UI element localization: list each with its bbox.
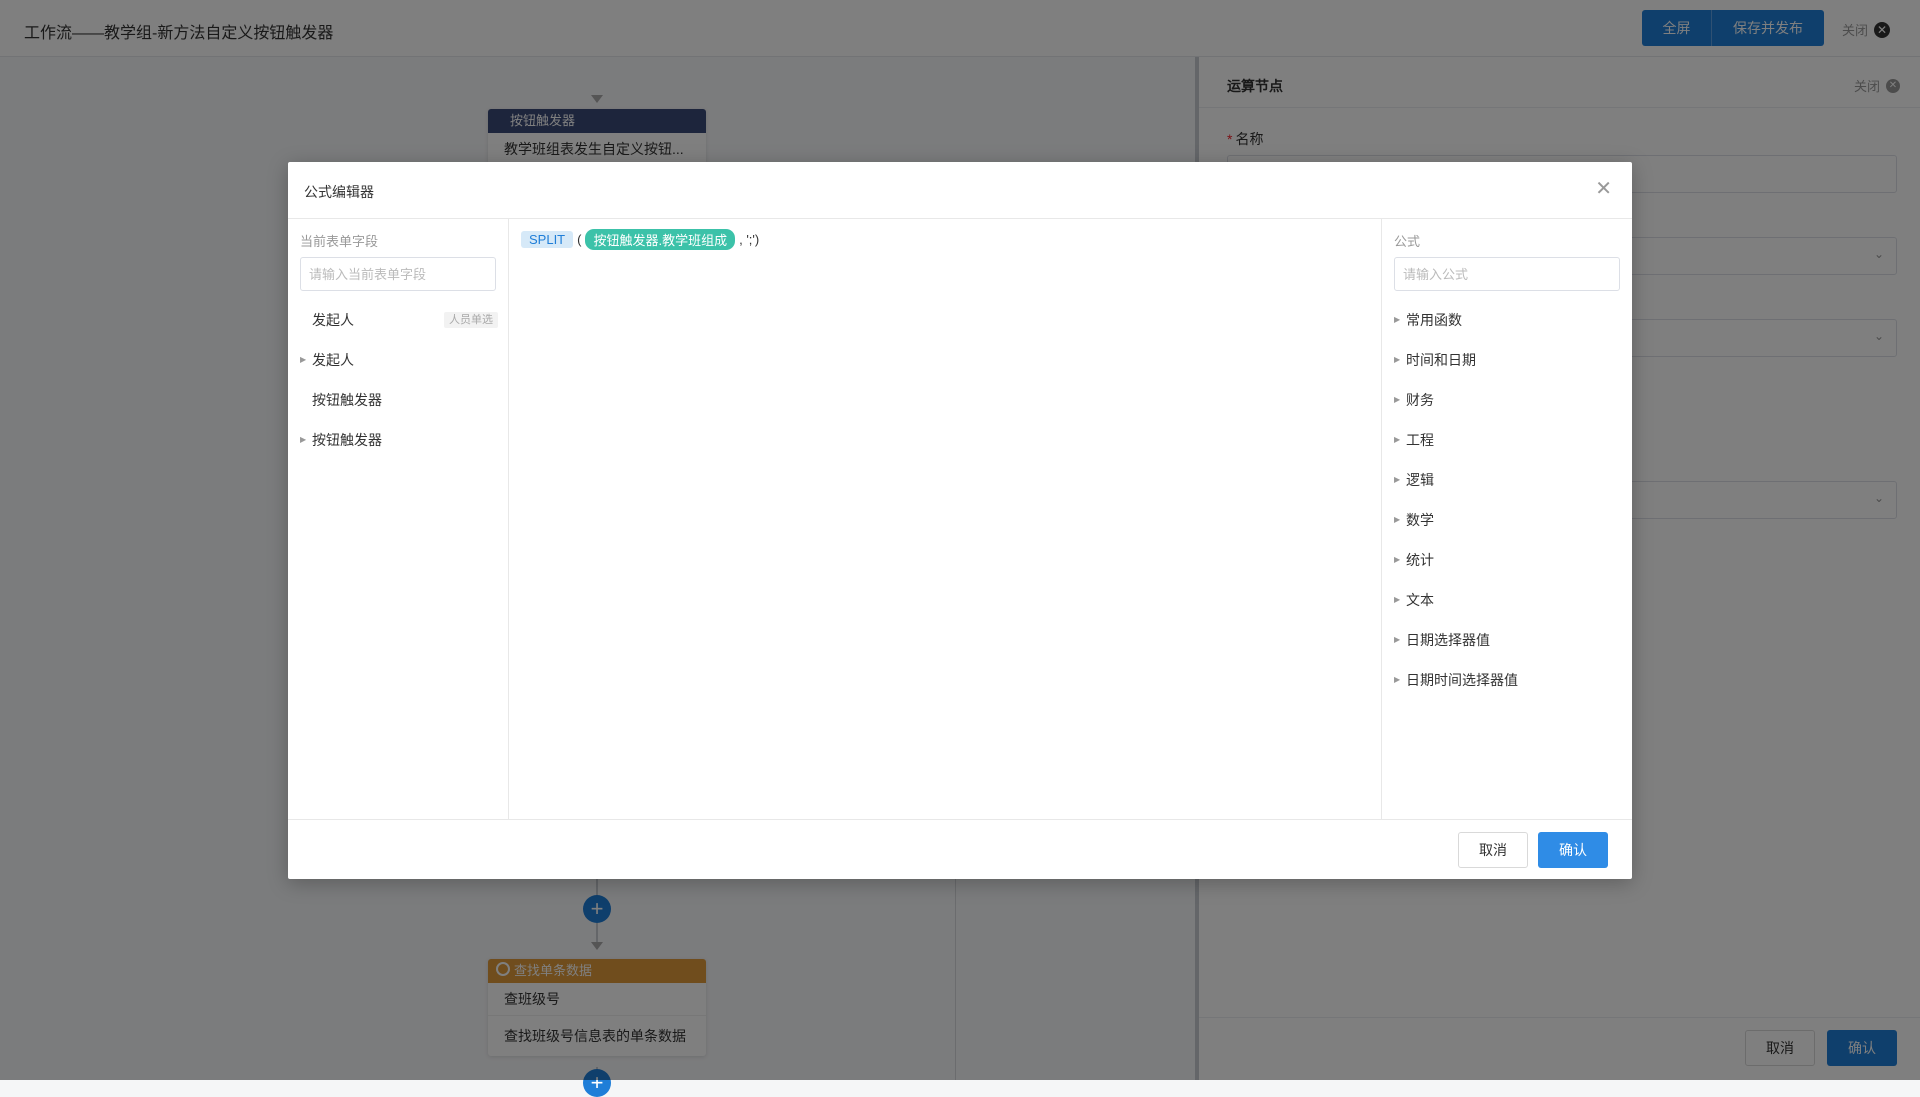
form-field-list: 发起人 人员单选 ▶ 发起人 按钮触发器 ▶ 按钮触发器 xyxy=(288,300,508,460)
category-date-picker[interactable]: ▶ 日期选择器值 xyxy=(1382,620,1632,660)
category-statistics[interactable]: ▶ 统计 xyxy=(1382,540,1632,580)
caret-right-icon: ▶ xyxy=(1394,555,1401,564)
form-fields-pane: 当前表单字段 发起人 人员单选 ▶ 发起人 按钮触发器 ▶ 按钮触发器 xyxy=(288,219,509,819)
category-label: 文本 xyxy=(1406,592,1434,608)
field-type-badge: 人员单选 xyxy=(444,312,498,328)
category-finance[interactable]: ▶ 财务 xyxy=(1382,380,1632,420)
category-datetime-picker[interactable]: ▶ 日期时间选择器值 xyxy=(1382,660,1632,700)
caret-right-icon: ▶ xyxy=(1394,595,1401,604)
category-label: 工程 xyxy=(1406,432,1434,448)
formula-rest: , ';') xyxy=(739,232,760,247)
category-text[interactable]: ▶ 文本 xyxy=(1382,580,1632,620)
category-label: 常用函数 xyxy=(1406,312,1462,328)
field-item-label: 发起人 xyxy=(312,312,354,328)
caret-right-icon: ▶ xyxy=(1394,515,1401,524)
caret-right-icon: ▶ xyxy=(300,435,307,444)
caret-right-icon: ▶ xyxy=(1394,395,1401,404)
formula-editor-modal: 公式编辑器 ✕ 当前表单字段 发起人 人员单选 ▶ 发起人 按钮触发器 ▶ 按钮… xyxy=(288,162,1632,879)
caret-right-icon: ▶ xyxy=(300,355,307,364)
modal-cancel-button[interactable]: 取消 xyxy=(1458,832,1528,868)
category-common[interactable]: ▶ 常用函数 xyxy=(1382,300,1632,340)
category-label: 日期选择器值 xyxy=(1406,632,1490,648)
function-chip[interactable]: SPLIT xyxy=(521,231,574,248)
category-label: 数学 xyxy=(1406,512,1434,528)
form-fields-label: 当前表单字段 xyxy=(300,234,379,249)
formula-expression[interactable]: SPLIT ( 按钮触发器.教学班组成 , ';') xyxy=(521,229,759,250)
field-item-initiator[interactable]: 发起人 人员单选 xyxy=(288,300,508,340)
field-group-initiator[interactable]: ▶ 发起人 xyxy=(288,340,508,380)
form-field-search-input[interactable] xyxy=(300,257,496,291)
modal-title: 公式编辑器 xyxy=(304,184,374,200)
caret-right-icon: ▶ xyxy=(1394,635,1401,644)
caret-right-icon: ▶ xyxy=(1394,355,1401,364)
category-label: 逻辑 xyxy=(1406,472,1434,488)
modal-header: 公式编辑器 ✕ xyxy=(288,162,1632,219)
formula-open-paren: ( xyxy=(577,232,582,247)
field-group-button-trigger[interactable]: ▶ 按钮触发器 xyxy=(288,420,508,460)
category-label: 统计 xyxy=(1406,552,1434,568)
function-category-list: ▶ 常用函数 ▶ 时间和日期 ▶ 财务 ▶ 工程 ▶ 逻辑 ▶ 数学 ▶ 统计 ▶ 文本 ▶ 日期… xyxy=(1382,300,1632,700)
field-chip[interactable]: 按钮触发器.教学班组成 xyxy=(585,229,736,250)
modal-confirm-button[interactable]: 确认 xyxy=(1538,832,1608,868)
category-math[interactable]: ▶ 数学 xyxy=(1382,500,1632,540)
category-label: 财务 xyxy=(1406,392,1434,408)
category-engineering[interactable]: ▶ 工程 xyxy=(1382,420,1632,460)
caret-right-icon: ▶ xyxy=(1394,315,1401,324)
field-item-label: 按钮触发器 xyxy=(312,432,382,448)
function-pane-label: 公式 xyxy=(1394,234,1421,249)
field-item-label: 按钮触发器 xyxy=(312,392,382,408)
modal-footer: 取消 确认 xyxy=(288,819,1632,880)
category-label: 时间和日期 xyxy=(1406,352,1476,368)
formula-editor-area[interactable]: SPLIT ( 按钮触发器.教学班组成 , ';') xyxy=(509,219,1382,819)
caret-right-icon: ▶ xyxy=(1394,435,1401,444)
caret-right-icon: ▶ xyxy=(1394,675,1401,684)
caret-right-icon: ▶ xyxy=(1394,475,1401,484)
field-item-label: 发起人 xyxy=(312,352,354,368)
function-pane: 公式 ▶ 常用函数 ▶ 时间和日期 ▶ 财务 ▶ 工程 ▶ 逻辑 ▶ 数学 ▶ 统计 ▶ 文本 … xyxy=(1382,219,1632,819)
category-label: 日期时间选择器值 xyxy=(1406,672,1518,688)
close-icon[interactable]: ✕ xyxy=(1595,177,1612,201)
category-logic[interactable]: ▶ 逻辑 xyxy=(1382,460,1632,500)
category-datetime[interactable]: ▶ 时间和日期 xyxy=(1382,340,1632,380)
function-search-input[interactable] xyxy=(1394,257,1620,291)
field-item-button-trigger[interactable]: 按钮触发器 xyxy=(288,380,508,420)
